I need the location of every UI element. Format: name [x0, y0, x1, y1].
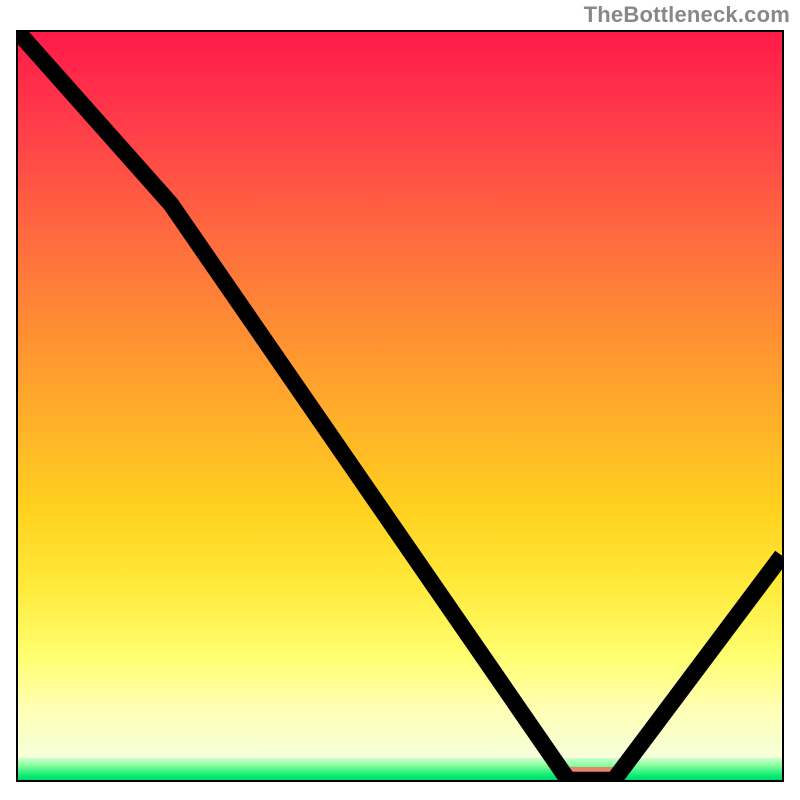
bottleneck-curve — [18, 32, 782, 780]
plot-area — [16, 30, 784, 782]
chart-container: TheBottleneck.com — [0, 0, 800, 800]
curve-path — [18, 32, 782, 780]
watermark-text: TheBottleneck.com — [584, 2, 790, 28]
